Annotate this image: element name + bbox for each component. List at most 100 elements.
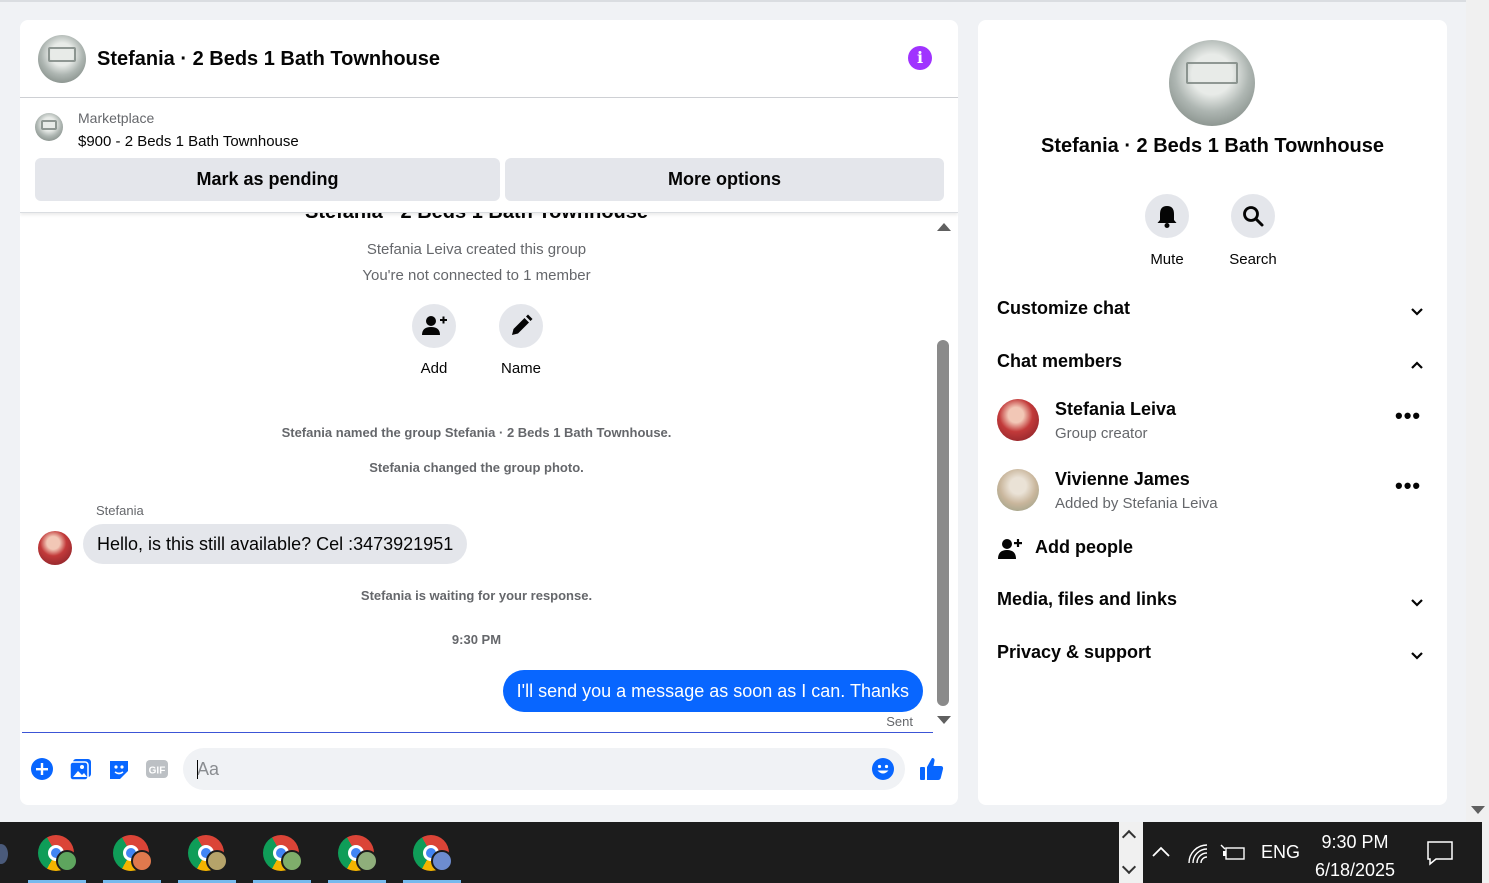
clock-date: 6/18/2025: [1314, 860, 1396, 880]
gif-icon[interactable]: GIF: [145, 757, 169, 781]
name-group-action[interactable]: Name: [486, 304, 556, 377]
more-icon[interactable]: •••: [1395, 405, 1421, 427]
language-indicator[interactable]: ENG: [1261, 842, 1300, 863]
add-people-button[interactable]: Add people: [997, 534, 1427, 564]
taskbar-chrome-app[interactable]: [326, 822, 388, 883]
message-input[interactable]: [197, 748, 857, 790]
notification-center-icon[interactable]: [1426, 840, 1454, 866]
profile-badge-icon: [56, 850, 78, 872]
more-icon[interactable]: •••: [1395, 475, 1421, 497]
avatar[interactable]: [997, 469, 1039, 511]
taskbar-chrome-app[interactable]: [251, 822, 313, 883]
scroll-up-arrow-icon[interactable]: [937, 223, 951, 231]
search-label: Search: [1229, 251, 1277, 268]
composer-divider: [22, 732, 933, 733]
sticker-icon[interactable]: [107, 757, 131, 781]
emoji-icon[interactable]: [871, 757, 895, 781]
add-person-icon: [998, 539, 1022, 559]
taskbar-chrome-app[interactable]: [101, 822, 163, 883]
scrollbar-thumb[interactable]: [937, 340, 949, 706]
profile-badge-icon: [356, 850, 378, 872]
plus-icon[interactable]: [30, 757, 54, 781]
clock-time: 9:30 PM: [1321, 832, 1389, 852]
scroll-down-arrow-icon[interactable]: [1471, 806, 1485, 814]
member-role: Group creator: [1055, 425, 1148, 442]
chat-members-section[interactable]: Chat members: [997, 351, 1427, 381]
add-member-action[interactable]: Add: [399, 304, 469, 377]
message-list: Stefania · 2 Beds 1 Bath Townhouse Stefa…: [20, 213, 933, 733]
member-row[interactable]: Vivienne James Added by Stefania Leiva •…: [997, 469, 1427, 519]
chevron-down-icon[interactable]: [1407, 646, 1427, 666]
chevron-down-icon[interactable]: [1121, 859, 1137, 875]
chevron-up-icon[interactable]: [1121, 829, 1137, 845]
outgoing-message[interactable]: I'll send you a message as soon as I can…: [502, 670, 923, 712]
pencil-icon[interactable]: [499, 304, 543, 348]
more-options-button[interactable]: More options: [505, 158, 944, 201]
chevron-down-icon[interactable]: [1407, 593, 1427, 613]
mute-action[interactable]: Mute: [1132, 194, 1202, 268]
sender-avatar[interactable]: [38, 531, 72, 565]
member-name[interactable]: Vivienne James: [1055, 469, 1190, 490]
chat-members-label: Chat members: [997, 351, 1123, 371]
mark-as-pending-button[interactable]: Mark as pending: [35, 158, 500, 201]
gif-label: GIF: [149, 766, 166, 777]
chevron-up-icon[interactable]: [1407, 355, 1427, 375]
message-timestamp: 9:30 PM: [451, 632, 502, 647]
add-label: Add: [420, 360, 448, 377]
marketplace-listing: Marketplace $900 - 2 Beds 1 Bath Townhou…: [20, 98, 958, 213]
privacy-support-label: Privacy & support: [997, 642, 1152, 662]
text-caret: [197, 760, 198, 779]
chat-title[interactable]: Stefania · 2 Beds 1 Bath Townhouse: [97, 48, 440, 71]
show-desktop-edge[interactable]: [1482, 822, 1489, 883]
photo-icon[interactable]: [69, 757, 93, 781]
member-name[interactable]: Stefania Leiva: [1055, 399, 1176, 420]
search-action[interactable]: Search: [1218, 194, 1288, 268]
battery-icon[interactable]: [1220, 843, 1246, 863]
start-edge-icon[interactable]: [0, 844, 8, 864]
listing-thumbnail[interactable]: [35, 113, 63, 141]
name-label: Name: [500, 360, 541, 377]
add-people-label: Add people: [1035, 537, 1133, 557]
bell-icon[interactable]: [1145, 194, 1189, 238]
thumbs-up-icon[interactable]: [919, 756, 945, 782]
wifi-icon[interactable]: [1186, 842, 1210, 866]
listing-title[interactable]: $900 - 2 Beds 1 Bath Townhouse: [78, 133, 299, 150]
info-icon[interactable]: i: [908, 46, 932, 70]
profile-badge-icon: [131, 850, 153, 872]
customize-chat-section[interactable]: Customize chat: [997, 298, 1427, 328]
group-created-text: Stefania Leiva created this group: [366, 241, 587, 258]
chat-panel: Stefania · 2 Beds 1 Bath Townhouse i Mar…: [20, 20, 958, 805]
media-files-label: Media, files and links: [997, 589, 1178, 609]
chevron-down-icon[interactable]: [1407, 302, 1427, 322]
profile-badge-icon: [206, 850, 228, 872]
clock[interactable]: 9:30 PM 6/18/2025: [1305, 828, 1405, 883]
page-scrollbar[interactable]: [1466, 0, 1489, 822]
media-files-section[interactable]: Media, files and links: [997, 589, 1427, 619]
search-icon[interactable]: [1231, 194, 1275, 238]
group-photo[interactable]: [38, 35, 86, 83]
group-photo-large[interactable]: [1169, 40, 1255, 126]
top-divider: [0, 0, 1466, 2]
avatar[interactable]: [997, 399, 1039, 441]
member-role: Added by Stefania Leiva: [1055, 495, 1218, 512]
taskbar-chrome-app[interactable]: [26, 822, 88, 883]
composer: GIF: [20, 745, 958, 795]
taskbar-scroll[interactable]: [1119, 822, 1143, 883]
show-hidden-icons-icon[interactable]: [1150, 844, 1172, 860]
taskbar-chrome-app[interactable]: [401, 822, 463, 883]
privacy-support-section[interactable]: Privacy & support: [997, 642, 1427, 672]
group-named-event: Stefania named the group Stefania · 2 Be…: [281, 425, 672, 440]
taskbar-chrome-app[interactable]: [176, 822, 238, 883]
profile-badge-icon: [281, 850, 303, 872]
message-scrollbar[interactable]: [933, 213, 958, 733]
member-row[interactable]: Stefania Leiva Group creator •••: [997, 399, 1427, 449]
message-input-box[interactable]: [183, 748, 905, 790]
scroll-down-arrow-icon[interactable]: [937, 716, 951, 724]
side-title: Stefania · 2 Beds 1 Bath Townhouse: [1040, 135, 1385, 157]
group-title-heading: Stefania · 2 Beds 1 Bath Townhouse: [20, 213, 933, 224]
add-person-icon[interactable]: [412, 304, 456, 348]
listing-label: Marketplace: [78, 110, 155, 126]
profile-badge-icon: [431, 850, 453, 872]
customize-chat-label: Customize chat: [997, 298, 1131, 318]
incoming-message[interactable]: Hello, is this still available? Cel :347…: [83, 524, 468, 564]
